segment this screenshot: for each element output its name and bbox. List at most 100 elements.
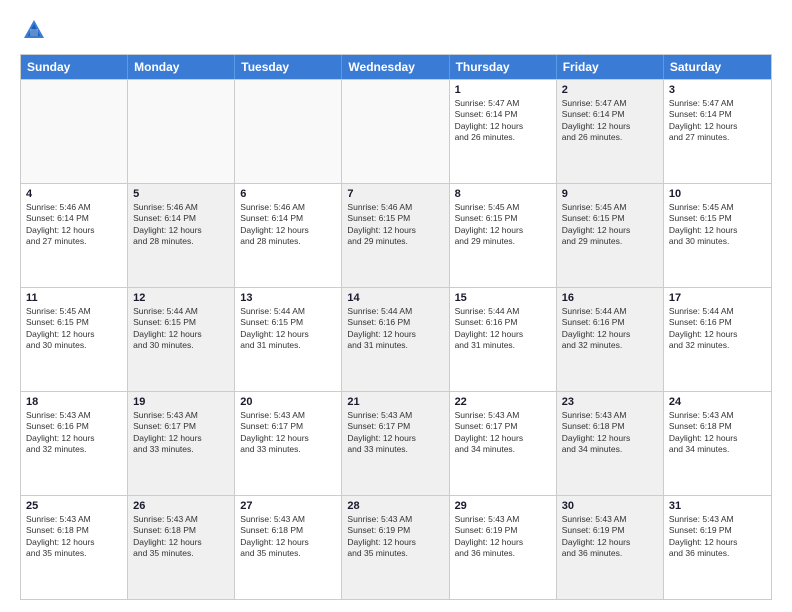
day-number-11: 11	[26, 292, 122, 304]
day-number-14: 14	[347, 292, 443, 304]
calendar-row-4: 25 Sunrise: 5:43 AM Sunset: 6:18 PM Dayli…	[21, 495, 771, 599]
day-cell-29: 29Sunrise: 5:43 AM Sunset: 6:19 PM Dayli…	[450, 496, 557, 599]
day-cell-18: 18 Sunrise: 5:43 AM Sunset: 6:16 PM Dayli…	[21, 392, 128, 495]
day-cell-20: 20 Sunrise: 5:43 AM Sunset: 6:17 PM Dayli…	[235, 392, 342, 495]
day-number-22: 22	[455, 396, 551, 408]
day-number-25: 25	[26, 500, 122, 512]
day-cell-31: 31 Sunrise: 5:43 AM Sunset: 6:19 PM Dayli…	[664, 496, 771, 599]
day-info-18: Sunrise: 5:43 AM Sunset: 6:16 PM Dayligh…	[26, 410, 122, 456]
day-cell-21: 21 Sunrise: 5:43 AM Sunset: 6:17 PM Dayli…	[342, 392, 449, 495]
day-cell-17: 17Sunrise: 5:44 AM Sunset: 6:16 PM Dayli…	[664, 288, 771, 391]
day-cell-5: 5 Sunrise: 5:46 AM Sunset: 6:14 PM Daylig…	[128, 184, 235, 287]
day-cell-1: 1Sunrise: 5:47 AM Sunset: 6:14 PM Daylig…	[450, 80, 557, 183]
day-info-22: Sunrise: 5:43 AM Sunset: 6:17 PM Dayligh…	[455, 410, 551, 456]
day-info-1: Sunrise: 5:47 AM Sunset: 6:14 PM Dayligh…	[455, 98, 551, 144]
empty-cell-0-2	[235, 80, 342, 183]
day-number-12: 12	[133, 292, 229, 304]
calendar-row-3: 18 Sunrise: 5:43 AM Sunset: 6:16 PM Dayli…	[21, 391, 771, 495]
day-number-27: 27	[240, 500, 336, 512]
day-cell-11: 11 Sunrise: 5:45 AM Sunset: 6:15 PM Dayli…	[21, 288, 128, 391]
calendar: SundayMondayTuesdayWednesdayThursdayFrid…	[20, 54, 772, 600]
day-cell-26: 26Sunrise: 5:43 AM Sunset: 6:18 PM Dayli…	[128, 496, 235, 599]
day-info-7: Sunrise: 5:46 AM Sunset: 6:15 PM Dayligh…	[347, 202, 443, 248]
day-info-15: Sunrise: 5:44 AM Sunset: 6:16 PM Dayligh…	[455, 306, 551, 352]
header-day-saturday: Saturday	[664, 55, 771, 79]
day-info-2: Sunrise: 5:47 AM Sunset: 6:14 PM Dayligh…	[562, 98, 658, 144]
day-cell-9: 9Sunrise: 5:45 AM Sunset: 6:15 PM Daylig…	[557, 184, 664, 287]
day-cell-27: 27 Sunrise: 5:43 AM Sunset: 6:18 PM Dayli…	[235, 496, 342, 599]
day-number-24: 24	[669, 396, 766, 408]
day-number-7: 7	[347, 188, 443, 200]
calendar-body: 1Sunrise: 5:47 AM Sunset: 6:14 PM Daylig…	[21, 79, 771, 599]
header-day-wednesday: Wednesday	[342, 55, 449, 79]
day-number-10: 10	[669, 188, 766, 200]
day-info-19: Sunrise: 5:43 AM Sunset: 6:17 PM Dayligh…	[133, 410, 229, 456]
day-cell-28: 28 Sunrise: 5:43 AM Sunset: 6:19 PM Dayli…	[342, 496, 449, 599]
day-info-28: Sunrise: 5:43 AM Sunset: 6:19 PM Dayligh…	[347, 514, 443, 560]
day-info-23: Sunrise: 5:43 AM Sunset: 6:18 PM Dayligh…	[562, 410, 658, 456]
day-info-20: Sunrise: 5:43 AM Sunset: 6:17 PM Dayligh…	[240, 410, 336, 456]
header-day-tuesday: Tuesday	[235, 55, 342, 79]
day-info-30: Sunrise: 5:43 AM Sunset: 6:19 PM Dayligh…	[562, 514, 658, 560]
empty-cell-0-3	[342, 80, 449, 183]
empty-cell-0-0	[21, 80, 128, 183]
day-info-14: Sunrise: 5:44 AM Sunset: 6:16 PM Dayligh…	[347, 306, 443, 352]
day-number-30: 30	[562, 500, 658, 512]
day-cell-13: 13Sunrise: 5:44 AM Sunset: 6:15 PM Dayli…	[235, 288, 342, 391]
day-info-24: Sunrise: 5:43 AM Sunset: 6:18 PM Dayligh…	[669, 410, 766, 456]
day-info-27: Sunrise: 5:43 AM Sunset: 6:18 PM Dayligh…	[240, 514, 336, 560]
logo	[20, 16, 52, 44]
page: SundayMondayTuesdayWednesdayThursdayFrid…	[0, 0, 792, 612]
day-cell-2: 2 Sunrise: 5:47 AM Sunset: 6:14 PM Daylig…	[557, 80, 664, 183]
day-info-4: Sunrise: 5:46 AM Sunset: 6:14 PM Dayligh…	[26, 202, 122, 248]
day-number-23: 23	[562, 396, 658, 408]
header-day-friday: Friday	[557, 55, 664, 79]
day-number-29: 29	[455, 500, 551, 512]
day-cell-10: 10 Sunrise: 5:45 AM Sunset: 6:15 PM Dayli…	[664, 184, 771, 287]
day-info-25: Sunrise: 5:43 AM Sunset: 6:18 PM Dayligh…	[26, 514, 122, 560]
day-cell-12: 12Sunrise: 5:44 AM Sunset: 6:15 PM Dayli…	[128, 288, 235, 391]
empty-cell-0-1	[128, 80, 235, 183]
day-cell-19: 19 Sunrise: 5:43 AM Sunset: 6:17 PM Dayli…	[128, 392, 235, 495]
day-cell-7: 7 Sunrise: 5:46 AM Sunset: 6:15 PM Daylig…	[342, 184, 449, 287]
day-cell-3: 3 Sunrise: 5:47 AM Sunset: 6:14 PM Daylig…	[664, 80, 771, 183]
day-cell-6: 6 Sunrise: 5:46 AM Sunset: 6:14 PM Daylig…	[235, 184, 342, 287]
header-day-sunday: Sunday	[21, 55, 128, 79]
day-cell-14: 14 Sunrise: 5:44 AM Sunset: 6:16 PM Dayli…	[342, 288, 449, 391]
header	[20, 16, 772, 44]
day-number-21: 21	[347, 396, 443, 408]
day-number-31: 31	[669, 500, 766, 512]
day-cell-8: 8Sunrise: 5:45 AM Sunset: 6:15 PM Daylig…	[450, 184, 557, 287]
day-number-9: 9	[562, 188, 658, 200]
day-info-8: Sunrise: 5:45 AM Sunset: 6:15 PM Dayligh…	[455, 202, 551, 248]
day-info-17: Sunrise: 5:44 AM Sunset: 6:16 PM Dayligh…	[669, 306, 766, 352]
day-number-19: 19	[133, 396, 229, 408]
day-info-16: Sunrise: 5:44 AM Sunset: 6:16 PM Dayligh…	[562, 306, 658, 352]
day-info-31: Sunrise: 5:43 AM Sunset: 6:19 PM Dayligh…	[669, 514, 766, 560]
day-cell-30: 30 Sunrise: 5:43 AM Sunset: 6:19 PM Dayli…	[557, 496, 664, 599]
day-info-6: Sunrise: 5:46 AM Sunset: 6:14 PM Dayligh…	[240, 202, 336, 248]
day-number-4: 4	[26, 188, 122, 200]
calendar-row-2: 11 Sunrise: 5:45 AM Sunset: 6:15 PM Dayli…	[21, 287, 771, 391]
day-info-11: Sunrise: 5:45 AM Sunset: 6:15 PM Dayligh…	[26, 306, 122, 352]
day-number-6: 6	[240, 188, 336, 200]
day-cell-15: 15 Sunrise: 5:44 AM Sunset: 6:16 PM Dayli…	[450, 288, 557, 391]
day-cell-25: 25 Sunrise: 5:43 AM Sunset: 6:18 PM Dayli…	[21, 496, 128, 599]
day-info-3: Sunrise: 5:47 AM Sunset: 6:14 PM Dayligh…	[669, 98, 766, 144]
day-number-18: 18	[26, 396, 122, 408]
day-info-10: Sunrise: 5:45 AM Sunset: 6:15 PM Dayligh…	[669, 202, 766, 248]
day-number-5: 5	[133, 188, 229, 200]
calendar-row-1: 4 Sunrise: 5:46 AM Sunset: 6:14 PM Daylig…	[21, 183, 771, 287]
day-number-20: 20	[240, 396, 336, 408]
day-info-5: Sunrise: 5:46 AM Sunset: 6:14 PM Dayligh…	[133, 202, 229, 248]
day-number-28: 28	[347, 500, 443, 512]
day-number-3: 3	[669, 84, 766, 96]
day-cell-4: 4 Sunrise: 5:46 AM Sunset: 6:14 PM Daylig…	[21, 184, 128, 287]
day-number-2: 2	[562, 84, 658, 96]
calendar-row-0: 1Sunrise: 5:47 AM Sunset: 6:14 PM Daylig…	[21, 79, 771, 183]
day-info-21: Sunrise: 5:43 AM Sunset: 6:17 PM Dayligh…	[347, 410, 443, 456]
logo-icon	[20, 16, 48, 44]
day-number-15: 15	[455, 292, 551, 304]
header-day-thursday: Thursday	[450, 55, 557, 79]
calendar-header: SundayMondayTuesdayWednesdayThursdayFrid…	[21, 55, 771, 79]
